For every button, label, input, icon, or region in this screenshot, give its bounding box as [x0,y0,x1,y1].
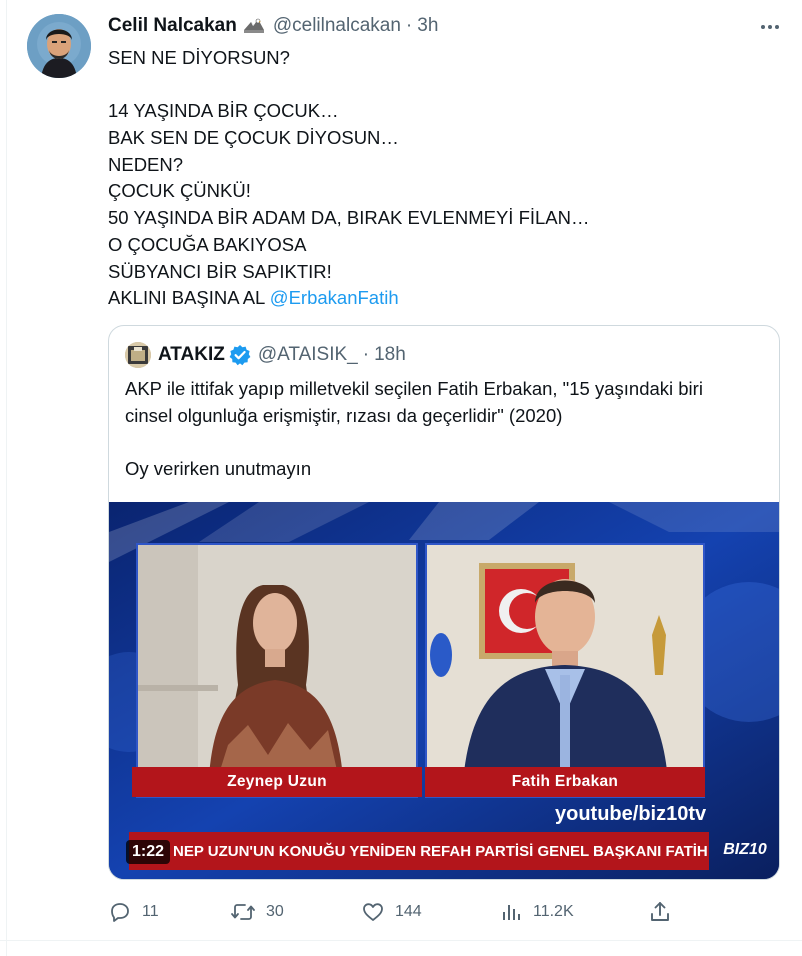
tweet-text-line: ÇOCUK ÇÜNKÜ! [108,180,251,202]
quoted-tweet-text: AKP ile ittifak yapıp milletvekil seçile… [125,376,765,483]
tweet-divider [0,940,802,941]
quoted-tweet-header: ATAKIZ @ATAISIK_ · 18h [125,342,406,368]
quoted-author-avatar [125,342,151,368]
tweet-text-line: O ÇOCUĞA BAKIYOSA [108,233,307,255]
author-avatar[interactable] [27,14,91,78]
tweet: Celil Nalcakan @celilnalcakan · 3h SEN N… [0,0,802,956]
tweet-text-line: 14 YAŞINDA BİR ÇOCUK… [108,100,339,122]
heart-icon [363,903,383,921]
quoted-author-name[interactable]: ATAKIZ [158,344,225,366]
quoted-author-handle[interactable]: @ATAISIK_ [258,344,358,366]
share-button[interactable] [648,897,672,927]
quoted-text-line: cinsel olgunluğa erişmiştir, rızası da g… [125,404,563,426]
channel-caption: youtube/biz10tv [555,802,707,825]
quoted-tweet-timestamp[interactable]: 18h [374,344,406,366]
tweet-text-line: SÜBYANCI BİR SAPIKTIR! [108,260,332,282]
quoted-tweet[interactable]: ATAKIZ @ATAISIK_ · 18h AKP ile ittifak y… [108,325,780,880]
tweet-text-line: NEDEN? [108,153,184,175]
host-video-panel [425,543,705,798]
guest-video-panel [136,543,418,798]
more-options-button[interactable] [756,16,784,38]
reply-count: 11 [142,903,159,920]
channel-logo: BIZ10 [723,841,767,858]
share-icon [651,902,669,921]
mention-link[interactable]: @ErbakanFatih [270,287,399,308]
quoted-text-line [125,429,765,456]
retweet-count: 30 [266,903,284,920]
tweet-timestamp[interactable]: 3h [417,15,438,37]
author-handle[interactable]: @celilnalcakan [273,15,401,37]
separator-dot: · [405,15,413,36]
timeline-divider [6,0,7,956]
video-duration: 1:22 [126,840,171,864]
ellipsis-icon [761,25,779,29]
eagle-icon [243,16,265,36]
avatar-illustration [125,342,151,368]
tweet-text-line: BAK SEN DE ÇOCUK DİYOSUN… [108,127,399,149]
like-button[interactable]: 144 [361,897,422,927]
avatar-illustration [27,14,91,78]
quoted-text-line: AKP ile ittifak yapıp milletvekil seçile… [125,378,703,399]
video-player[interactable]: Zeynep Uzun Fatih Erbakan youtube/biz10t… [109,502,779,879]
retweet-button[interactable]: 30 [230,897,284,927]
tweet-text-line: AKLINI BAŞINA AL @ErbakanFatih [108,285,778,312]
tweet-text-line [108,72,778,99]
tweet-text-fragment: AKLINI BAŞINA AL [108,287,270,309]
views-count: 11.2K [533,903,574,920]
quoted-text-line: Oy verirken unutmayın [125,458,312,480]
reply-button[interactable]: 11 [108,897,159,927]
views-button[interactable]: 11.2K [499,897,574,927]
tweet-actions: 11 30 144 11.2K [108,897,688,927]
analytics-icon [503,905,520,920]
host-video-frame [427,545,703,796]
like-count: 144 [395,903,422,920]
tweet-text-line: SEN NE DİYORSUN? [108,47,290,68]
host-name-caption: Fatih Erbakan [425,767,705,797]
news-ticker: NEP UZUN'UN KONUĞU YENİDEN REFAH PARTİSİ… [129,832,709,870]
guest-name-caption: Zeynep Uzun [132,767,422,797]
author-name[interactable]: Celil Nalcakan [108,15,237,37]
tweet-text: SEN NE DİYORSUN? 14 YAŞINDA BİR ÇOCUK… B… [108,45,778,312]
news-ticker-text: NEP UZUN'UN KONUĞU YENİDEN REFAH PARTİSİ… [173,842,709,860]
verified-badge-icon [229,344,251,366]
tweet-text-line: 50 YAŞINDA BİR ADAM DA, BIRAK EVLENMEYİ … [108,207,590,229]
retweet-icon [231,904,255,920]
reply-icon [111,903,129,922]
separator-dot: · [362,344,370,365]
tweet-header: Celil Nalcakan @celilnalcakan · 3h [108,14,438,38]
guest-video-frame [138,545,416,796]
